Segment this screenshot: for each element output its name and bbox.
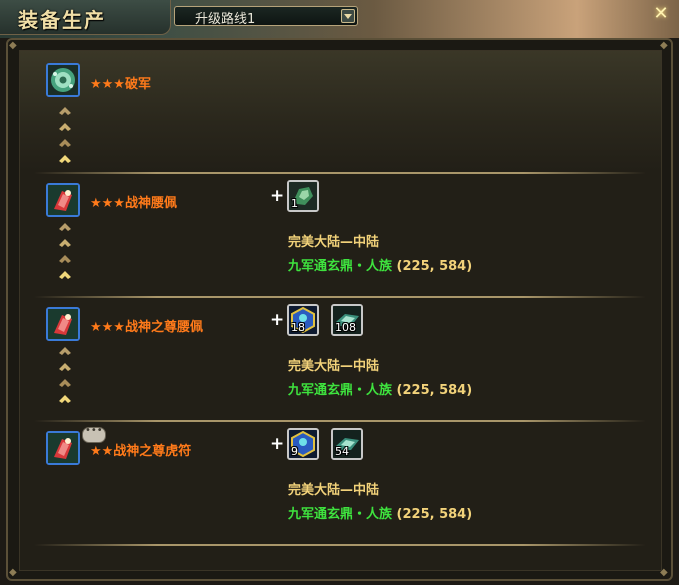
production-panel: ◆ ◆ ◆ ◆ ★★★破军 ★★★战神腰佩 + 1 完美大陆—中陆 九军通玄鼎・… — [6, 38, 673, 581]
upgrade-step-2[interactable]: ★★★战神腰佩 + 1 完美大陆—中陆 九军通玄鼎・人族 (225, 584) — [20, 175, 661, 295]
material-quantity: 18 — [291, 321, 305, 334]
production-region: 完美大陆—中陆 — [288, 359, 380, 374]
material-quantity: 108 — [335, 321, 356, 334]
chevron-up-icon — [59, 347, 71, 355]
item-name: ★★★破军 — [90, 77, 151, 92]
chevron-up-icon — [59, 395, 71, 403]
item-name: ★★★战神之尊腰佩 — [90, 320, 203, 335]
chevron-down-icon[interactable] — [341, 9, 355, 23]
chevron-up-icon — [59, 139, 71, 147]
material-slot[interactable]: 9 — [287, 428, 319, 460]
chevron-up-icon — [59, 379, 71, 387]
production-coordinates: (225, 584) — [396, 383, 473, 398]
section-divider — [34, 420, 646, 422]
production-location-name: 九军通玄鼎・人族 — [288, 259, 393, 274]
item-name: ★★战神之尊虎符 — [90, 444, 192, 459]
section-divider — [34, 172, 646, 174]
material-slot[interactable]: 54 — [331, 428, 363, 460]
chevron-up-icon — [59, 155, 71, 163]
upgrade-step-1[interactable]: ★★★破军 — [20, 51, 661, 171]
window-title: 装备生产 — [18, 8, 106, 32]
title-plate: 装备生产 — [0, 0, 171, 35]
production-coordinates: (225, 584) — [396, 259, 473, 274]
corner-ornament: ◆ — [9, 567, 17, 578]
production-location-name: 九军通玄鼎・人族 — [288, 383, 393, 398]
production-location[interactable]: 九军通玄鼎・人族 (225, 584) — [288, 255, 472, 274]
production-coordinates: (225, 584) — [396, 507, 473, 522]
close-icon[interactable]: ✕ — [651, 4, 671, 24]
material-quantity: 54 — [335, 445, 349, 458]
red-crystal-pendant-icon[interactable] — [46, 431, 80, 465]
plus-icon: + — [270, 434, 285, 454]
material-quantity: 9 — [291, 445, 298, 458]
corner-ornament: ◆ — [9, 40, 17, 51]
chevron-up-icon — [59, 239, 71, 247]
production-location-name: 九军通玄鼎・人族 — [288, 507, 393, 522]
section-divider — [34, 296, 646, 298]
material-slot[interactable]: 1 — [287, 180, 319, 212]
section-divider — [34, 544, 646, 546]
chevron-up-icon — [59, 107, 71, 115]
upgrade-step-3[interactable]: ★★★战神之尊腰佩 + 18 108 完美大陆—中陆 九军通玄鼎・人族 (225… — [20, 299, 661, 419]
upgrade-route-list: ★★★破军 ★★★战神腰佩 + 1 完美大陆—中陆 九军通玄鼎・人族 (225,… — [19, 50, 662, 571]
upgrade-step-4[interactable]: ★★战神之尊虎符 + 9 54 完美大陆—中陆 九军 — [20, 423, 661, 543]
plus-icon: + — [270, 310, 285, 330]
red-crystal-pendant-icon[interactable] — [46, 183, 80, 217]
chevron-up-icon — [59, 223, 71, 231]
material-slot[interactable]: 18 — [287, 304, 319, 336]
item-name: ★★★战神腰佩 — [90, 196, 177, 211]
material-slot[interactable]: 108 — [331, 304, 363, 336]
chevron-up-icon — [59, 255, 71, 263]
chevron-up-icon — [59, 363, 71, 371]
plus-icon: + — [270, 186, 285, 206]
production-location[interactable]: 九军通玄鼎・人族 (225, 584) — [288, 503, 472, 522]
red-crystal-pendant-icon[interactable] — [46, 307, 80, 341]
production-region: 完美大陆—中陆 — [288, 235, 380, 250]
jade-disc-icon[interactable] — [46, 63, 80, 97]
production-location[interactable]: 九军通玄鼎・人族 (225, 584) — [288, 379, 472, 398]
chevron-up-icon — [59, 271, 71, 279]
production-region: 完美大陆—中陆 — [288, 483, 380, 498]
material-quantity: 1 — [291, 197, 298, 210]
route-select-value: 升级路线1 — [195, 12, 256, 27]
chevron-up-icon — [59, 123, 71, 131]
route-select[interactable]: 升级路线1 — [174, 6, 358, 27]
